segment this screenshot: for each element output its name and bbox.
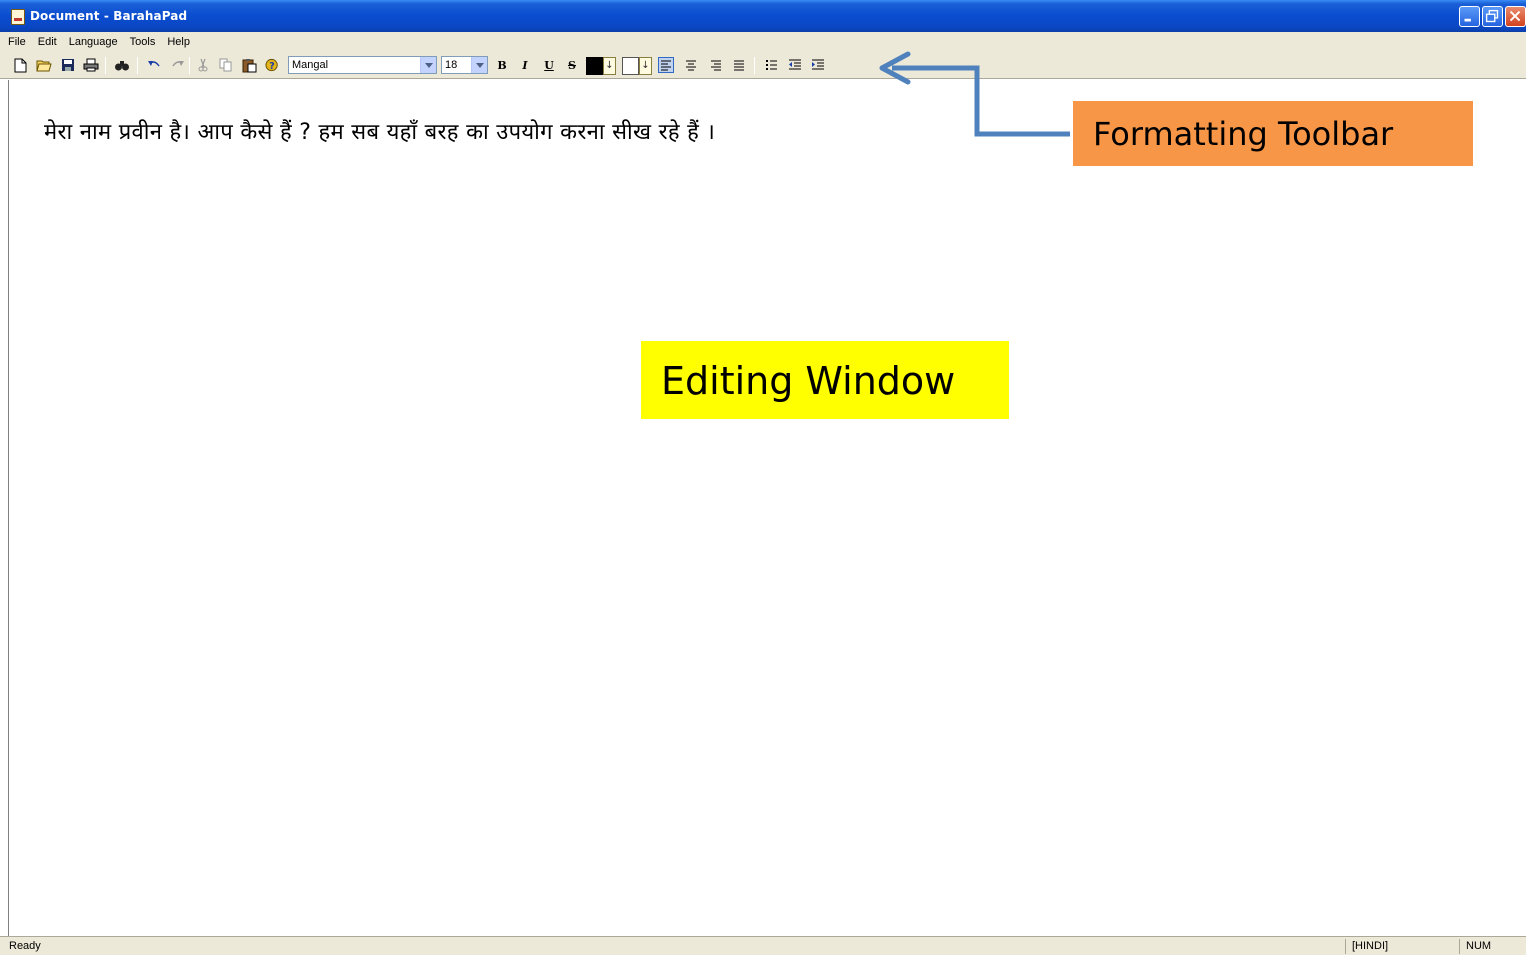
justify-icon[interactable] (731, 57, 747, 73)
redo-icon[interactable] (170, 57, 186, 73)
font-name-value: Mangal (292, 59, 329, 71)
increase-indent-icon[interactable] (810, 57, 826, 73)
window-title: Document - BarahaPad (30, 9, 188, 23)
chevron-down-icon[interactable] (420, 57, 436, 73)
text-color-dropdown-icon[interactable]: ↓ (603, 57, 616, 75)
bold-button[interactable]: B (494, 57, 510, 73)
menu-bar: File Edit Language Tools Help (0, 32, 1526, 52)
align-left-icon[interactable] (658, 57, 674, 73)
app-icon (11, 9, 25, 25)
text-color-swatch[interactable] (586, 57, 603, 75)
editing-window-callout: Editing Window (641, 341, 1009, 419)
status-num: NUM (1459, 939, 1497, 954)
annotation-arrow (879, 51, 1070, 137)
italic-button[interactable]: I (517, 57, 533, 73)
copy-icon[interactable] (218, 57, 234, 73)
underline-button[interactable]: U (541, 57, 557, 73)
help-icon[interactable]: ? (265, 57, 281, 73)
minimize-icon (1464, 18, 1471, 22)
new-icon[interactable] (12, 57, 28, 73)
minimize-button[interactable] (1459, 6, 1480, 27)
title-bar: Document - BarahaPad (0, 0, 1526, 32)
menu-file[interactable]: File (8, 36, 26, 48)
highlight-color-swatch[interactable] (622, 57, 639, 75)
open-icon[interactable] (36, 57, 52, 73)
formatting-toolbar-callout: Formatting Toolbar (1073, 101, 1473, 166)
menu-help[interactable]: Help (167, 36, 190, 48)
paste-icon[interactable] (241, 57, 257, 73)
find-icon[interactable] (114, 57, 130, 73)
status-bar: Ready [HINDI] NUM (0, 936, 1526, 955)
editing-window[interactable]: मेरा नाम प्रवीन है। आप कैसे हैं ? हम सब … (8, 80, 1526, 936)
menu-tools[interactable]: Tools (130, 36, 156, 48)
cut-icon[interactable] (195, 57, 211, 73)
document-text[interactable]: मेरा नाम प्रवीन है। आप कैसे हैं ? हम सब … (44, 116, 715, 146)
close-icon (1509, 10, 1521, 22)
restore-icon (1485, 9, 1499, 23)
font-size-select[interactable]: 18 (441, 56, 488, 74)
bullets-icon[interactable] (763, 57, 779, 73)
undo-icon[interactable] (146, 57, 162, 73)
font-name-select[interactable]: Mangal (288, 56, 437, 74)
align-right-icon[interactable] (708, 57, 724, 73)
formatting-toolbar: ? Mangal 18 B I U S ↓ ↓ (0, 52, 1526, 79)
print-icon[interactable] (83, 57, 99, 73)
decrease-indent-icon[interactable] (787, 57, 803, 73)
close-button[interactable] (1505, 6, 1526, 27)
chevron-down-icon[interactable] (471, 57, 487, 73)
save-icon[interactable] (60, 57, 76, 73)
restore-button[interactable] (1482, 6, 1503, 27)
status-ready: Ready (9, 940, 41, 952)
menu-language[interactable]: Language (69, 36, 118, 48)
status-language: [HINDI] (1345, 939, 1455, 954)
font-size-value: 18 (445, 59, 458, 71)
align-center-icon[interactable] (683, 57, 699, 73)
strikethrough-button[interactable]: S (564, 57, 580, 73)
svg-text:?: ? (269, 60, 274, 71)
menu-edit[interactable]: Edit (38, 36, 57, 48)
highlight-color-dropdown-icon[interactable]: ↓ (639, 57, 652, 75)
